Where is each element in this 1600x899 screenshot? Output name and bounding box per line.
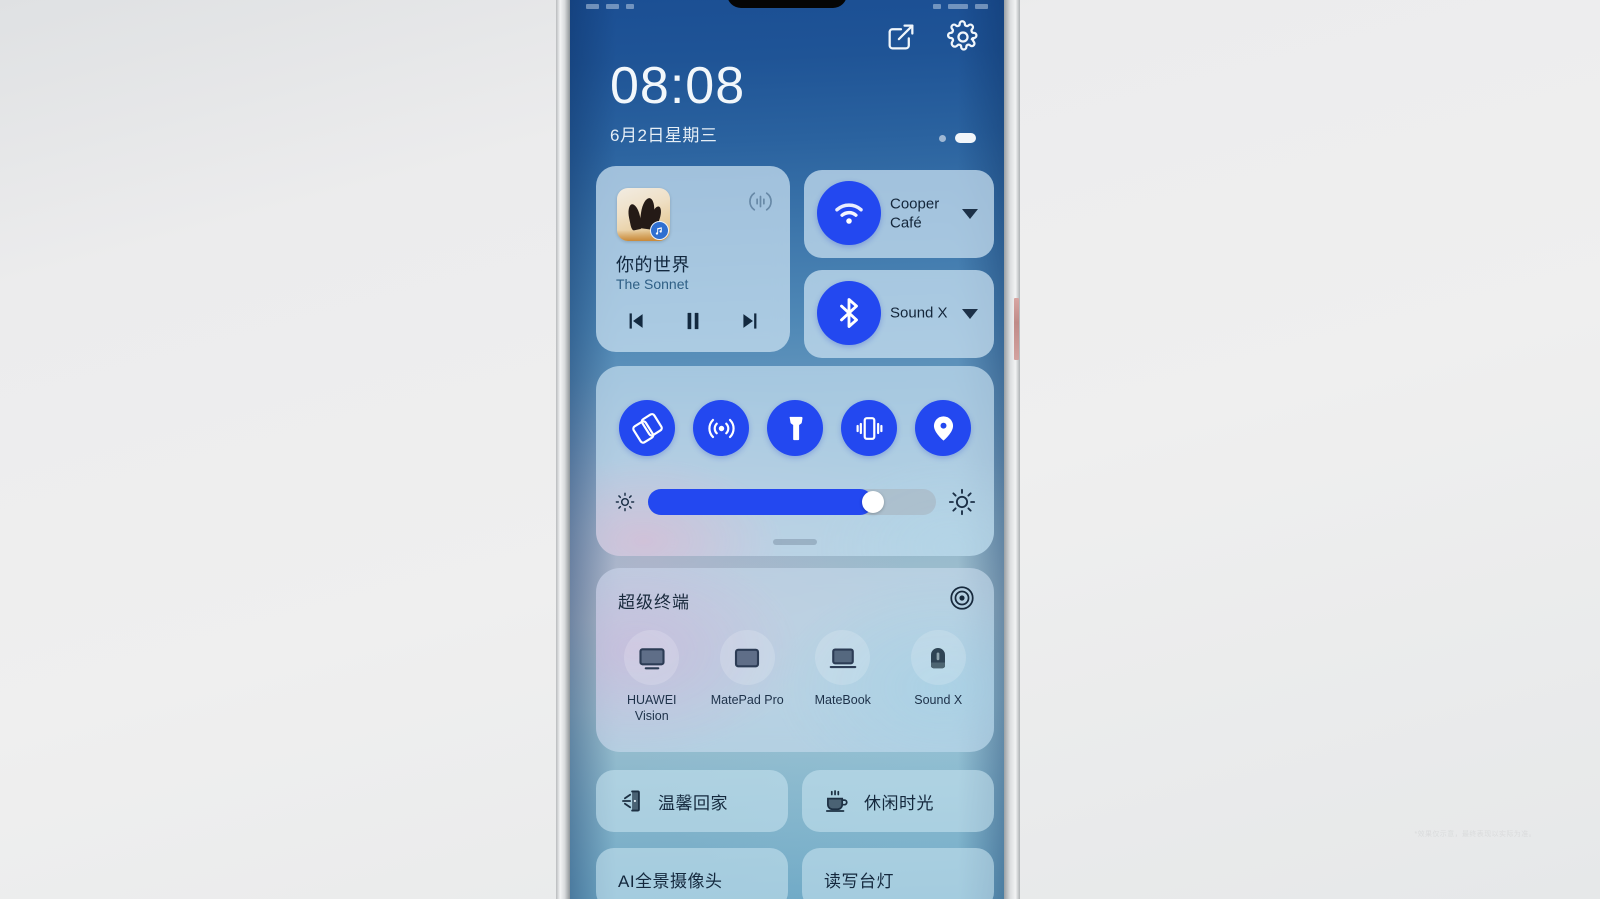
tv-icon [624, 630, 680, 685]
wifi-network-name: Cooper Café [890, 195, 940, 231]
signal-icon [586, 3, 599, 9]
phone-device: 08:08 6月2日星期三 你的世界 The Sonnet Cooper Caf… [556, 0, 1020, 899]
tablet-icon [719, 630, 775, 685]
brightness-low-icon [614, 491, 636, 513]
scene-row-secondary: AI全景摄像头 读写台灯 [596, 848, 994, 899]
device-label: MateBook [814, 693, 871, 707]
bluetooth-card[interactable]: Sound X [804, 270, 994, 358]
skip-next-icon[interactable] [738, 308, 764, 334]
scene-label: 休闲时光 [864, 793, 934, 813]
laptop-icon [815, 630, 871, 685]
brightness-slider[interactable] [648, 489, 936, 515]
device-matebook[interactable]: MateBook [801, 630, 885, 709]
notch-cutout [727, 0, 847, 8]
phone-frame-right [1004, 0, 1020, 899]
panel-drag-handle[interactable] [773, 539, 817, 545]
flashlight-toggle[interactable] [767, 400, 823, 456]
toggle-row [596, 400, 994, 456]
quick-toggles-panel [596, 366, 994, 556]
edit-pencil-square-icon[interactable] [884, 20, 918, 54]
audio-cast-icon[interactable] [747, 188, 774, 215]
media-player-card[interactable]: 你的世界 The Sonnet [596, 166, 790, 352]
power-button[interactable] [1014, 298, 1019, 360]
brightness-row [596, 488, 994, 516]
page-indicator-dots[interactable] [939, 133, 976, 143]
signal-secondary-icon [606, 3, 619, 9]
clock-block: 08:08 6月2日星期三 [610, 60, 745, 146]
bluetooth-icon[interactable] [817, 281, 881, 345]
brightness-high-icon [948, 488, 976, 516]
watermark-disclaimer: *效果仅示意，最终表现以实际为准。 [1414, 831, 1536, 838]
device-label: HUAWEI Vision [626, 693, 677, 723]
brightness-slider-fill [648, 489, 873, 515]
super-device-title: 超级终端 [618, 593, 690, 612]
page-dot[interactable] [939, 134, 946, 142]
scene-label: 温馨回家 [658, 793, 728, 813]
door-open-icon [618, 788, 644, 814]
clock-time: 08:08 [610, 57, 746, 115]
scene-ai-panoramic-camera[interactable]: AI全景摄像头 [596, 848, 788, 899]
coffee-cup-icon [824, 788, 850, 814]
track-artist: The Sonnet [616, 276, 689, 292]
music-note-icon [650, 221, 669, 240]
gear-icon[interactable] [946, 20, 980, 54]
device-row: HUAWEI Vision MatePad Pro MateBook Sound… [596, 630, 994, 724]
media-controls [596, 308, 790, 334]
clock-date: 6月2日星期三 [610, 126, 718, 145]
brightness-slider-thumb[interactable] [861, 491, 884, 513]
auto-rotate-toggle[interactable] [619, 400, 675, 456]
skip-previous-icon[interactable] [622, 308, 648, 334]
battery-icon [948, 3, 968, 9]
scene-leisure-time[interactable]: 休闲时光 [802, 770, 994, 832]
track-title: 你的世界 [616, 255, 690, 275]
scene-label: 读写台灯 [824, 871, 894, 891]
device-huawei-vision[interactable]: HUAWEI Vision [610, 630, 694, 724]
device-matepad-pro[interactable]: MatePad Pro [705, 630, 789, 709]
hotspot-toggle[interactable] [693, 400, 749, 456]
scene-row-primary: 温馨回家 休闲时光 [596, 770, 994, 832]
location-toggle[interactable] [915, 400, 971, 456]
device-label: MatePad Pro [710, 693, 784, 707]
status-bar-left [586, 3, 634, 9]
data-icon [626, 3, 634, 9]
chevron-down-icon[interactable] [962, 309, 978, 319]
album-artwork [617, 188, 670, 241]
scene-label: AI全景摄像头 [618, 871, 723, 891]
device-sound-x[interactable]: Sound X [896, 630, 980, 709]
speaker-icon [910, 630, 966, 685]
header-row [884, 20, 980, 54]
device-label: Sound X [914, 693, 963, 707]
bluetooth-device-name: Sound X [890, 304, 948, 322]
wifi-icon[interactable] [817, 181, 881, 245]
phone-screen: 08:08 6月2日星期三 你的世界 The Sonnet Cooper Caf… [568, 0, 1006, 899]
status-bar-right [933, 3, 988, 9]
wifi-card[interactable]: Cooper Café [804, 170, 994, 258]
page-dot-active[interactable] [955, 133, 976, 143]
super-device-panel: 超级终端 HUAWEI Vision MatePad Pro MateBook … [596, 568, 994, 752]
alarm-icon [933, 3, 941, 9]
chevron-down-icon[interactable] [962, 209, 978, 219]
scene-reading-lamp[interactable]: 读写台灯 [802, 848, 994, 899]
scene-warm-home[interactable]: 温馨回家 [596, 770, 788, 832]
pause-icon[interactable] [680, 308, 706, 334]
network-icon [975, 3, 988, 9]
radar-scan-icon[interactable] [948, 584, 976, 612]
vibrate-toggle[interactable] [841, 400, 897, 456]
